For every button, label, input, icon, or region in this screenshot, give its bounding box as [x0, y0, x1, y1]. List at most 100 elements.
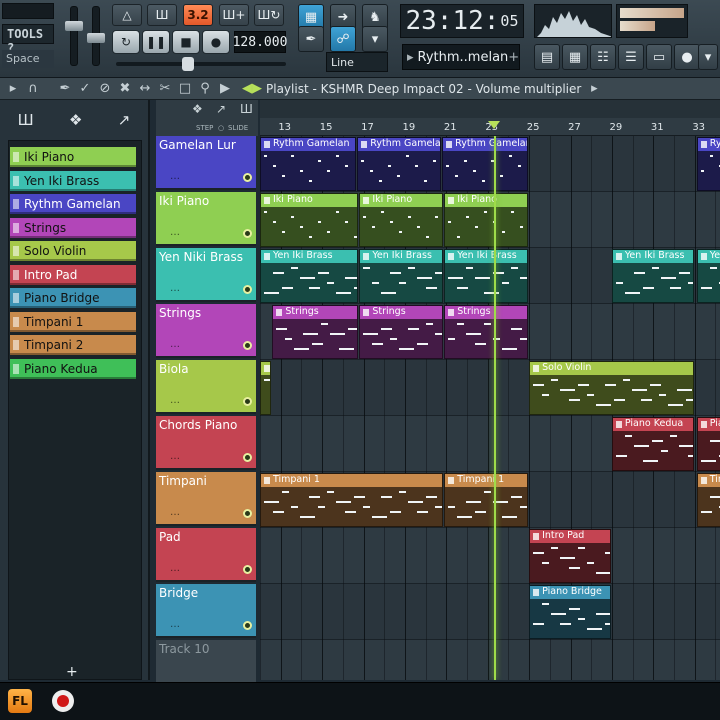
track-lane[interactable]: [260, 640, 720, 680]
slice-icon[interactable]: ✂: [158, 81, 172, 96]
pattern-clip[interactable]: [260, 361, 272, 415]
pattern-clip[interactable]: Strings: [444, 305, 529, 359]
track-header[interactable]: Bridge…: [156, 584, 256, 638]
playlist-grid[interactable]: Rythm Gamelan Rythm Gamelan Rythm Gamelan R…: [260, 136, 720, 680]
song-position-knob[interactable]: [182, 57, 194, 71]
track-enable-led-icon[interactable]: [243, 565, 252, 574]
master-volume-knob[interactable]: [65, 21, 83, 31]
playhead-marker-icon[interactable]: [487, 121, 500, 129]
track-header[interactable]: Pad…: [156, 528, 256, 582]
pencil-icon[interactable]: ✒: [58, 81, 72, 96]
pattern-clip[interactable]: Timpani 1: [260, 473, 444, 527]
tools-label[interactable]: TOOLS ?: [2, 24, 54, 55]
stop-icon[interactable]: ■: [172, 30, 200, 54]
song-time-display[interactable]: 23:12: 05: [400, 4, 524, 38]
picker-item[interactable]: Intro Pad: [10, 264, 136, 285]
more-tools-icon[interactable]: ▾: [698, 44, 718, 70]
pattern-clip[interactable]: Iki Piano: [444, 193, 529, 247]
link-icon[interactable]: ☍: [330, 26, 356, 52]
picker-item[interactable]: Strings: [10, 217, 136, 238]
track-header[interactable]: Yen Niki Brass…: [156, 248, 256, 302]
master-volume-slider[interactable]: [65, 6, 83, 66]
draw-tool-icon[interactable]: ✒: [298, 26, 324, 52]
plugin-icon[interactable]: ●: [674, 44, 700, 70]
step-toggle-icon[interactable]: ○: [218, 124, 224, 132]
pattern-clip[interactable]: Rythm Gamelan: [357, 137, 442, 191]
screen-record-icon[interactable]: [52, 690, 74, 712]
timeline-ruler[interactable]: 13 15 17 19 21 23 25 27 29 31 33: [260, 100, 720, 136]
playlist-window-icon[interactable]: ▤: [534, 44, 560, 70]
ruler-scroll-strip[interactable]: [260, 100, 720, 118]
add-pattern-plus-icon[interactable]: +: [66, 664, 78, 680]
pattern-clip[interactable]: Timp: [696, 473, 720, 527]
pattern-clip[interactable]: Rythm Gamelan: [442, 137, 529, 191]
track-header[interactable]: Timpani…: [156, 472, 256, 526]
pattern-clip[interactable]: Piano Kedua: [611, 417, 694, 471]
master-pitch-slider[interactable]: [87, 6, 105, 66]
pattern-clip[interactable]: Yen Iki: [696, 249, 720, 303]
pattern-clip[interactable]: Yen Iki Brass: [611, 249, 694, 303]
automation-tab-icon[interactable]: ↗: [118, 111, 131, 129]
loop-icon[interactable]: ↻: [112, 30, 140, 54]
track-header[interactable]: Iki Piano…: [156, 192, 256, 246]
channel-rack-icon[interactable]: ☷: [590, 44, 616, 70]
pattern-clip[interactable]: Yen Iki Brass: [260, 249, 359, 303]
blend-notes-icon[interactable]: Ш↻: [254, 4, 284, 26]
piano-roll-window-icon[interactable]: ▦: [562, 44, 588, 70]
picker-item[interactable]: Yen Iki Brass: [10, 170, 136, 191]
pattern-clip[interactable]: Iki Piano: [260, 193, 359, 247]
track-header[interactable]: Biola…: [156, 360, 256, 414]
pattern-selector[interactable]: ▸ Rythm..melan +: [402, 44, 520, 70]
menu-arrow-icon[interactable]: ▸: [6, 81, 20, 96]
delete-icon[interactable]: ⊘: [98, 81, 112, 96]
pattern-clip[interactable]: Rythm: [696, 137, 720, 191]
automation-clip-icon[interactable]: ↗: [216, 102, 226, 116]
track-enable-led-icon[interactable]: [243, 621, 252, 630]
track-enable-led-icon[interactable]: [243, 453, 252, 462]
pattern-clip[interactable]: Yen Iki Brass: [359, 249, 444, 303]
picker-item[interactable]: Timpani 2: [10, 335, 136, 355]
title-arrow-icon[interactable]: ▸: [587, 81, 601, 96]
patterns-tab-icon[interactable]: Ш: [18, 111, 34, 129]
step-edit-icon[interactable]: Ш+: [219, 4, 249, 26]
track-enable-led-icon[interactable]: [243, 509, 252, 518]
metronome-icon[interactable]: △: [112, 4, 142, 26]
picker-item[interactable]: Solo Violin: [10, 241, 136, 261]
picker-item[interactable]: Rythm Gamelan: [10, 194, 136, 214]
picker-item[interactable]: Timpani 1: [10, 311, 136, 332]
zoom-icon[interactable]: ⚲: [198, 81, 212, 96]
pattern-number[interactable]: 3.2: [183, 4, 213, 26]
pattern-clip[interactable]: Solo Violin: [529, 361, 694, 415]
mute-icon[interactable]: ✖: [118, 81, 132, 96]
picker-item[interactable]: Piano Bridge: [10, 288, 136, 308]
snap-select[interactable]: Line: [326, 52, 388, 72]
track-header[interactable]: Gamelan Lur…: [156, 136, 256, 190]
pattern-clip[interactable]: Yen Iki Brass: [444, 249, 529, 303]
pattern-icon[interactable]: Ш: [240, 102, 253, 116]
track-lane[interactable]: [260, 528, 720, 584]
slip-icon[interactable]: ↔: [138, 81, 152, 96]
paint-icon[interactable]: ✓: [78, 81, 92, 96]
pattern-clip[interactable]: Piano: [696, 417, 720, 471]
track-enable-led-icon[interactable]: [243, 341, 252, 350]
snap-dropdown-icon[interactable]: ▾: [362, 26, 388, 52]
pattern-clip[interactable]: Strings: [272, 305, 359, 359]
typing-keyboard-icon[interactable]: Ш: [147, 4, 177, 26]
master-pitch-knob[interactable]: [87, 33, 105, 43]
select-icon[interactable]: □: [178, 81, 192, 96]
add-pattern-icon[interactable]: +: [508, 50, 519, 65]
track-lane[interactable]: [260, 584, 720, 640]
mixer-icon[interactable]: ☰: [618, 44, 644, 70]
pattern-clip[interactable]: Piano Bridge: [529, 585, 611, 639]
pattern-clip[interactable]: Iki Piano: [359, 193, 444, 247]
record-icon[interactable]: ●: [202, 30, 230, 54]
playback-icon[interactable]: ▶: [218, 81, 232, 96]
pattern-clip[interactable]: Timpani 1: [444, 473, 529, 527]
pattern-clip[interactable]: Strings: [359, 305, 444, 359]
tempo-display[interactable]: 128.000: [233, 31, 287, 53]
arrange-icon[interactable]: ❖: [192, 102, 203, 116]
song-position-slider[interactable]: [116, 57, 286, 71]
track-header[interactable]: Chords Piano…: [156, 416, 256, 470]
fl-studio-icon[interactable]: FL: [8, 689, 32, 713]
track-enable-led-icon[interactable]: [243, 397, 252, 406]
